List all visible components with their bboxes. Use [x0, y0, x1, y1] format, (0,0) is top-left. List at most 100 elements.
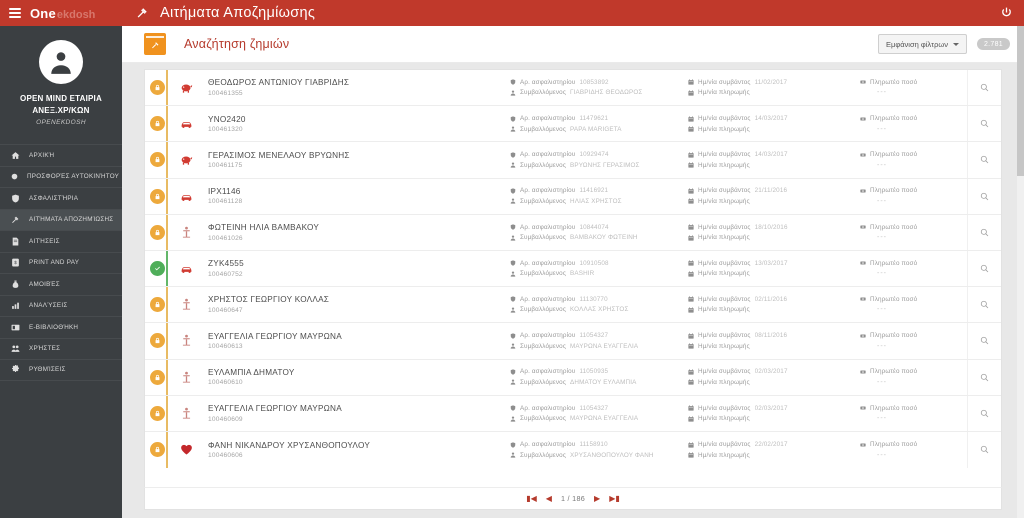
hamburger-icon[interactable]	[9, 8, 21, 18]
prev-page-icon[interactable]: ◀	[546, 494, 552, 503]
amount-details: Πληρωτέο ποσό ---	[857, 323, 967, 358]
check-icon[interactable]	[150, 261, 165, 277]
table-row[interactable]: ΥΝΟ2420 100461320 Αρ. ασφαλιστηρίου 1147962…	[145, 106, 1001, 143]
claim-id: 100460606	[208, 452, 243, 460]
table-row[interactable]: ΕΥΛΑΜΠΙΑ ΔΗΜΑΤΟΥ 100460610 Αρ. ασφαλιστηρί…	[145, 359, 1001, 396]
event-date-label: Ημ/νία συμβάντος	[698, 151, 751, 159]
date-details: Ημ/νία συμβάντος 11/02/2017 Ημ/νία πληρωμή…	[685, 70, 857, 105]
table-row[interactable]: ΙΡΧ1146 100461128 Αρ. ασφαλιστηρίου 1141692…	[145, 178, 1001, 215]
lock-icon[interactable]	[150, 188, 165, 204]
contractor-value: ΒΑΜΒΑΚΟΥ ΦΩΤΕΙΝΗ	[570, 234, 638, 242]
claims-list: ΘΕΟΔΩΡΟΣ ΑΝΤΩΝΙΟΥ ΓΙΑΒΡΙΔΗΣ 100461355 Αρ. …	[144, 69, 1002, 487]
lock-icon[interactable]	[150, 224, 165, 240]
lock-icon[interactable]	[150, 116, 165, 132]
sidebar-item-9[interactable]: Χρήστες	[0, 337, 122, 360]
magnifier-icon[interactable]	[967, 287, 1001, 323]
sidebar: OPEN MIND ΕΤΑΙΡΙΑ ΑΝΕΞ.ΧΡ/ΚΩΝ OPENEKDOSH…	[0, 26, 122, 518]
table-row[interactable]: ΕΥΑΓΓΕΛΙΑ ΓΕΩΡΓΙΟΥ ΜΑΥΡΩΝΑ 100460609 Αρ. α…	[145, 395, 1001, 432]
pagination: ▮◀ ◀ 1 / 186 ▶ ▶▮	[144, 487, 1002, 510]
status-rail	[145, 431, 168, 469]
app-logo[interactable]: One ekdosh	[30, 6, 95, 21]
magnifier-icon[interactable]	[967, 431, 1001, 469]
results-area: ΘΕΟΔΩΡΟΣ ΑΝΤΩΝΙΟΥ ΓΙΑΒΡΙΔΗΣ 100461355 Αρ. …	[122, 63, 1024, 518]
calendar-icon	[687, 415, 694, 422]
sidebar-item-6[interactable]: Αμοιβές	[0, 273, 122, 295]
table-row[interactable]: ΦΑΝΗ ΝΙΚΑΝΔΡΟΥ ΧΡΥΣΑΝΘΟΠΟΥΛΟΥ 100460606 Αρ…	[145, 431, 1001, 469]
magnifier-icon[interactable]	[967, 178, 1001, 214]
claim-id: 100460609	[208, 415, 243, 423]
policy-details: Αρ. ασφαλιστηρίου 11054327 Συμβαλλόμενος ΜΑ…	[507, 396, 685, 431]
sidebar-item-3[interactable]: Αιτήματα Αποζημίωσης	[0, 208, 122, 231]
magnifier-icon[interactable]	[967, 323, 1001, 359]
lock-icon[interactable]	[150, 442, 165, 458]
lock-icon[interactable]	[150, 405, 165, 421]
magnifier-icon[interactable]	[967, 70, 1001, 106]
sidebar-item-4[interactable]: Αιτήσεις	[0, 230, 122, 252]
contractor-value: ΒΡΥΩΝΗΣ ΓΕΡΑΣΙΜΟΣ	[570, 161, 640, 169]
claim-id: 100461175	[208, 162, 243, 170]
scrollbar-thumb[interactable]	[1017, 26, 1024, 176]
sidebar-item-10[interactable]: Ρυθμίσεις	[0, 359, 122, 381]
first-page-icon[interactable]: ▮◀	[526, 494, 537, 503]
policy-details: Αρ. ασφαλιστηρίου 10844074 Συμβαλλόμενος ΒΑ…	[507, 215, 685, 250]
claim-id: 100461128	[208, 198, 243, 206]
table-row[interactable]: ΘΕΟΔΩΡΟΣ ΑΝΤΩΝΙΟΥ ΓΙΑΒΡΙΔΗΣ 100461355 Αρ. …	[145, 70, 1001, 107]
magnifier-icon[interactable]	[967, 142, 1001, 178]
bottom-spacer	[144, 510, 1002, 518]
payment-date-label: Ημ/νία πληρωμής	[698, 342, 750, 350]
contractor-label: Συμβαλλόμενος	[520, 451, 567, 459]
event-date-value: 14/03/2017	[754, 151, 788, 159]
magnifier-icon[interactable]	[967, 214, 1001, 250]
lock-icon[interactable]	[150, 333, 165, 349]
sidebar-item-5[interactable]: $ Print and Pay	[0, 251, 122, 274]
status-rail	[145, 395, 168, 432]
magnifier-icon[interactable]	[967, 106, 1001, 142]
event-date-label: Ημ/νία συμβάντος	[698, 332, 751, 340]
event-date-label: Ημ/νία συμβάντος	[698, 115, 751, 123]
sidebar-item-0[interactable]: Αρχική	[0, 144, 122, 166]
claimant-name: ΦΩΤΕΙΝΗ ΗΛΙΑ ΒΑΜΒΑΚΟΥ	[208, 223, 320, 233]
event-date-value: 11/02/2017	[754, 78, 788, 86]
last-page-icon[interactable]: ▶▮	[609, 494, 620, 503]
next-page-icon[interactable]: ▶	[594, 494, 600, 503]
magnifier-icon[interactable]	[967, 395, 1001, 431]
sidebar-item-7[interactable]: Αναλύσεις	[0, 294, 122, 317]
sidebar-item-8[interactable]: e-Βιβλιοθήκη	[0, 316, 122, 338]
contractor-line: Συμβαλλόμενος ΒΑΜΒΑΚΟΥ ΦΩΤΕΙΝΗ	[509, 234, 685, 241]
contractor-value: ΚΟΛΛΑΣ ΧΡΗΣΤΟΣ	[570, 306, 629, 314]
avatar[interactable]	[39, 40, 83, 84]
sidebar-item-1[interactable]: Προσφορές Αυτοκινήτου	[0, 165, 122, 188]
sidebar-item-2[interactable]: Ασφαλιστήρια	[0, 187, 122, 209]
power-icon[interactable]	[1000, 6, 1013, 21]
claim-identity: ΦΩΤΕΙΝΗ ΗΛΙΑ ΒΑΜΒΑΚΟΥ 100461026	[204, 215, 507, 250]
magnifier-icon[interactable]	[967, 359, 1001, 395]
event-date-line: Ημ/νία συμβάντος 18/10/2016	[687, 224, 857, 231]
claim-id: 100461355	[208, 89, 243, 97]
table-row[interactable]: ΖΥΚ4555 100460752 Αρ. ασφαλιστηρίου 1091050…	[145, 250, 1001, 288]
paid-amount-line: Πληρωτέο ποσό	[859, 151, 967, 158]
policy-number-label: Αρ. ασφαλιστηρίου	[520, 259, 576, 267]
status-rail	[145, 250, 168, 287]
table-row[interactable]: ΓΕΡΑΣΙΜΟΣ ΜΕΝΕΛΑΟΥ ΒΡΥΩΝΗΣ 100461175 Αρ. α…	[145, 142, 1001, 179]
lock-icon[interactable]	[150, 80, 165, 96]
sidebar-item-label: Αιτήματα Αποζημίωσης	[29, 216, 114, 224]
policy-number-line: Αρ. ασφαλιστηρίου 11158910	[509, 441, 685, 448]
show-filters-button[interactable]: Εμφάνιση φίλτρων	[878, 34, 967, 54]
table-row[interactable]: ΕΥΑΓΓΕΛΙΑ ΓΕΩΡΓΙΟΥ ΜΑΥΡΩΝΑ 100460613 Αρ. α…	[145, 323, 1001, 360]
policy-details: Αρ. ασφαλιστηρίου 11416921 Συμβαλλόμενος ΗΛ…	[507, 179, 685, 214]
event-date-label: Ημ/νία συμβάντος	[698, 78, 751, 86]
table-row[interactable]: ΦΩΤΕΙΝΗ ΗΛΙΑ ΒΑΜΒΑΚΟΥ 100461026 Αρ. ασφαλι…	[145, 214, 1001, 251]
page-scrollbar[interactable]	[1017, 26, 1024, 518]
section-title: Αναζήτηση ζημιών	[184, 37, 290, 51]
table-row[interactable]: ΧΡΗΣΤΟΣ ΓΕΩΡΓΙΟΥ ΚΟΛΛΑΣ 100460647 Αρ. ασφα…	[145, 287, 1001, 324]
lock-icon[interactable]	[150, 297, 165, 313]
date-details: Ημ/νία συμβάντος 13/03/2017 Ημ/νία πληρωμή…	[685, 251, 857, 286]
lock-icon[interactable]	[150, 152, 165, 168]
money-icon	[859, 369, 866, 375]
money-icon	[859, 405, 866, 411]
lock-icon[interactable]	[150, 369, 165, 385]
date-details: Ημ/νία συμβάντος 02/03/2017 Ημ/νία πληρωμή…	[685, 396, 857, 431]
magnifier-icon[interactable]	[967, 250, 1001, 287]
paid-amount-label: Πληρωτέο ποσό	[870, 404, 918, 412]
claim-id: 100461026	[208, 234, 243, 242]
